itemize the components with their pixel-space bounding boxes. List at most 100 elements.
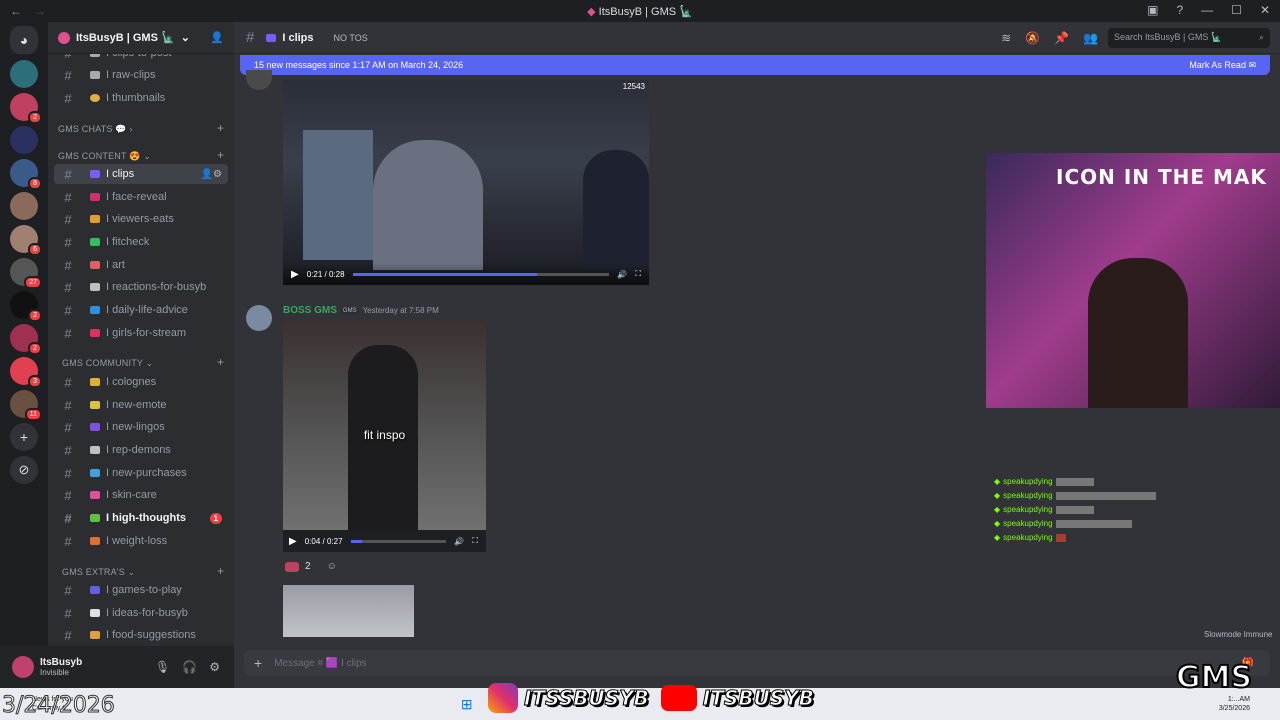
hash-icon: #	[64, 166, 72, 182]
channel-item[interactable]: # I daily-life-advice	[54, 300, 228, 320]
threads-icon[interactable]: ≋	[1001, 31, 1011, 45]
video-player[interactable]: fit inspo ▶ 0:04 / 0:27 🔊 ⛶	[283, 320, 486, 552]
slowmode-label: Slowmode Immune	[1204, 630, 1273, 639]
fullscreen-icon[interactable]: ⛶	[635, 269, 641, 279]
video-player[interactable]: 12543 ▶ 0:21 / 0:28 🔊 ⛶	[283, 80, 649, 285]
home-button[interactable]: ◕	[10, 26, 38, 54]
volume-icon[interactable]: 🔊	[617, 270, 627, 279]
play-icon[interactable]: ▶	[291, 269, 299, 280]
channel-item[interactable]: # I rep-demons	[54, 440, 228, 460]
server-icon[interactable]: 11	[10, 390, 42, 421]
category-gms-extras[interactable]: GMS EXTRA'S ⌄	[62, 567, 135, 578]
add-server-button[interactable]: +	[10, 423, 38, 451]
reaction[interactable]: 2 ☺	[285, 561, 337, 572]
microphone-icon[interactable]: 🎙	[155, 660, 170, 674]
server-icon[interactable]: 2	[10, 93, 42, 124]
create-channel-button[interactable]: +	[217, 148, 224, 162]
create-channel-button[interactable]: +	[217, 355, 224, 369]
channel-item[interactable]: # I new-emote	[54, 395, 228, 415]
channel-item[interactable]: # I fitcheck	[54, 232, 228, 252]
explore-button[interactable]: ⊘	[10, 456, 38, 484]
hash-icon: #	[64, 533, 72, 549]
message-composer[interactable]: + Message # 🟪 I clips 🎁	[244, 650, 1270, 676]
webcam-banner: ICON IN THE MAK	[1056, 165, 1267, 189]
help-icon[interactable]: ?	[1176, 3, 1183, 17]
server-name: ItsBusyB | GMS 🗽	[76, 32, 175, 44]
channel-item[interactable]: # I raw-clips	[54, 65, 228, 85]
channel-item[interactable]: # I food-suggestions	[54, 625, 228, 645]
inbox-icon[interactable]: ▣	[1147, 3, 1158, 17]
headphones-icon[interactable]: 🎧	[182, 660, 197, 674]
settings-gear-icon[interactable]: ⚙	[209, 660, 220, 674]
channel-item[interactable]: # I new-purchases	[54, 463, 228, 483]
avatar[interactable]	[246, 305, 272, 331]
video-thumbnail[interactable]	[283, 585, 414, 637]
channel-item-clips[interactable]: # I clips 👤⚙	[54, 164, 228, 184]
play-icon[interactable]: ▶	[289, 536, 297, 547]
hash-icon: #	[64, 189, 72, 205]
server-icon[interactable]: 27	[10, 258, 42, 289]
video-time: 0:21 / 0:28	[306, 269, 345, 279]
forward-arrow-icon[interactable]: →	[34, 4, 46, 18]
discord-logo-icon: ◆	[587, 5, 596, 18]
user-status: Invisible	[40, 668, 69, 677]
hash-icon: #	[64, 465, 72, 481]
add-member-icon[interactable]: 👤	[210, 31, 224, 44]
video-progress-bar[interactable]	[352, 272, 610, 276]
avatar[interactable]	[12, 656, 34, 678]
channel-item[interactable]: # I viewers-eats	[54, 209, 228, 229]
category-gms-community[interactable]: GMS COMMUNITY ⌄	[62, 358, 153, 369]
notifications-muted-icon[interactable]: 🔕	[1025, 31, 1040, 45]
channel-item[interactable]: # I art	[54, 255, 228, 275]
video-frame	[373, 140, 483, 270]
minimize-button[interactable]: —	[1201, 3, 1213, 17]
new-messages-bar[interactable]: 15 new messages since 1:17 AM on March 2…	[240, 55, 1270, 75]
channel-item[interactable]: # I girls-for-stream	[54, 323, 228, 343]
server-icon[interactable]: 6	[10, 225, 42, 256]
add-reaction-icon[interactable]: ☺	[327, 561, 337, 572]
close-button[interactable]: ✕	[1260, 3, 1270, 17]
server-icon[interactable]	[10, 192, 38, 220]
server-icon[interactable]: 3	[10, 357, 42, 388]
volume-icon[interactable]: 🔊	[454, 537, 464, 546]
fullscreen-icon[interactable]: ⛶	[472, 536, 478, 546]
server-icon[interactable]	[10, 126, 38, 154]
channel-item[interactable]: # I ideas-for-busyb	[54, 603, 228, 623]
channel-item[interactable]: # I thumbnails	[54, 88, 228, 108]
back-arrow-icon[interactable]: ←	[10, 4, 22, 18]
server-icon[interactable]: 2	[10, 324, 42, 355]
windows-start-icon[interactable]: ⊞	[461, 696, 473, 713]
create-channel-button[interactable]: +	[217, 564, 224, 578]
invite-icon[interactable]: 👤⚙	[201, 169, 222, 180]
attach-plus-icon[interactable]: +	[254, 655, 262, 671]
message-input[interactable]: Message # 🟪 I clips	[274, 658, 367, 669]
server-icon[interactable]	[10, 60, 38, 88]
category-gms-content[interactable]: GMS CONTENT 😍 ⌄	[58, 151, 151, 162]
members-icon[interactable]: 👥	[1083, 31, 1098, 45]
server-header[interactable]: ItsBusyB | GMS 🗽 ⌄ 👤	[48, 22, 234, 54]
server-icon[interactable]: 2	[10, 291, 42, 322]
channel-item[interactable]: # I face-reveal	[54, 187, 228, 207]
hash-icon: #	[64, 627, 72, 643]
hash-icon: #	[64, 397, 72, 413]
video-progress-bar[interactable]	[350, 539, 447, 543]
mark-as-read-button[interactable]: Mark As Read ✉	[1189, 60, 1256, 71]
create-channel-button[interactable]: +	[217, 121, 224, 135]
channel-item[interactable]: # I skin-care	[54, 485, 228, 505]
video-caption: fit inspo	[363, 428, 406, 442]
channel-item[interactable]: # I new-lingos	[54, 417, 228, 437]
channel-item[interactable]: # I colognes	[54, 372, 228, 392]
server-icon[interactable]: 8	[10, 159, 42, 190]
message-author[interactable]: BOSS GMS	[283, 305, 337, 316]
channel-item-high-thoughts[interactable]: # I high-thoughts 1	[54, 508, 228, 528]
maximize-button[interactable]: ☐	[1231, 3, 1242, 17]
channel-item[interactable]: # I games-to-play	[54, 580, 228, 600]
reaction-count: 2	[305, 561, 311, 572]
server-icon	[58, 31, 70, 44]
pin-icon[interactable]: 📌	[1054, 31, 1069, 45]
channel-item[interactable]: # I weight-loss	[54, 531, 228, 551]
search-input[interactable]: Search ItsBusyB | GMS 🗽 ⌕	[1108, 27, 1270, 48]
category-gms-chats[interactable]: GMS CHATS 💬 ›	[58, 124, 133, 135]
channel-item[interactable]: # I reactions-for-busyb	[54, 277, 228, 297]
instagram-icon	[488, 683, 518, 713]
